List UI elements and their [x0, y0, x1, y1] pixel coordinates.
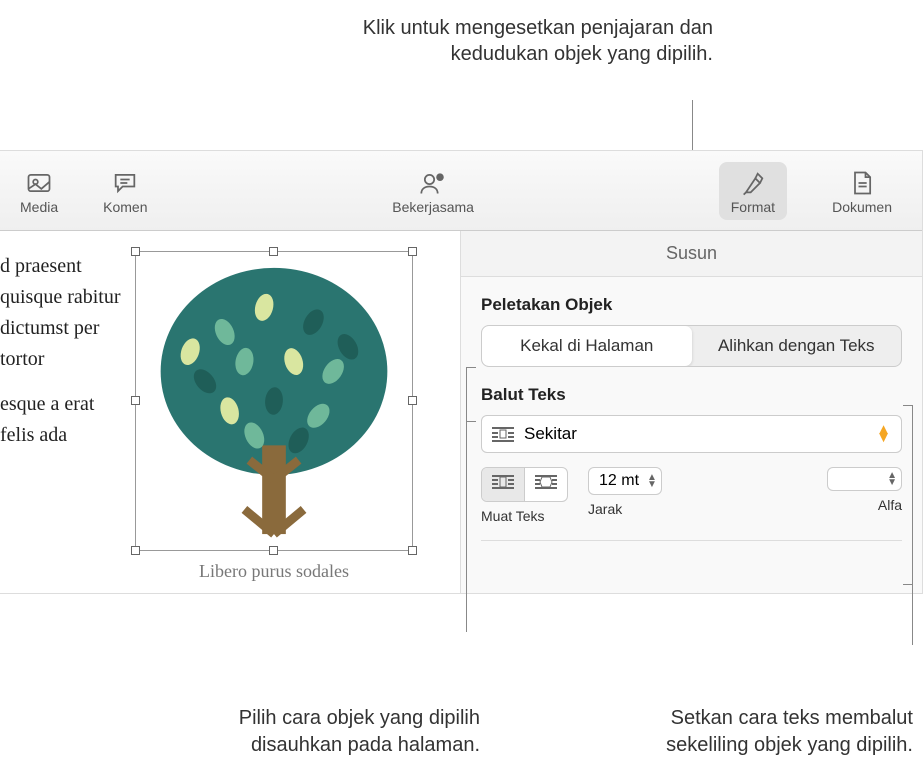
- alpha-control: ▲▼ Alfa: [827, 467, 902, 513]
- stepper-arrows-icon[interactable]: ▲▼: [647, 474, 657, 488]
- spacing-value: 12 mt: [599, 472, 639, 490]
- fit-rectangular-button[interactable]: [482, 468, 525, 501]
- collaborate-button[interactable]: + Bekerjasama: [392, 167, 474, 215]
- wrap-value: Sekitar: [524, 424, 876, 444]
- media-icon: [25, 167, 53, 199]
- format-icon: [739, 167, 767, 199]
- callout-top: Klik untuk mengesetkan penjajaran dan ke…: [320, 15, 713, 67]
- spacing-label: Jarak: [588, 501, 622, 517]
- paragraph: d praesent quisque rabitur dictumst per …: [0, 251, 130, 375]
- callout-bottom-right: Setkan cara teks membalut sekeliling obj…: [628, 705, 913, 759]
- placement-segmented-control: Kekal di Halaman Alihkan dengan Teks: [481, 325, 902, 367]
- text-wrap-label: Balut Teks: [481, 385, 902, 405]
- resize-handle[interactable]: [131, 247, 140, 256]
- move-with-text-button[interactable]: Alihkan dengan Teks: [692, 326, 902, 366]
- format-label: Format: [731, 199, 775, 215]
- resize-handle[interactable]: [408, 247, 417, 256]
- spacing-stepper[interactable]: 12 mt ▲▼: [588, 467, 662, 495]
- dropdown-caret-icon: ▲▼: [876, 426, 891, 443]
- selected-image[interactable]: Libero purus sodales: [135, 251, 413, 586]
- stay-on-page-button[interactable]: Kekal di Halaman: [482, 326, 692, 366]
- resize-handle[interactable]: [408, 546, 417, 555]
- resize-handle[interactable]: [131, 396, 140, 405]
- selection-outline: [135, 251, 413, 551]
- document-button[interactable]: Dokumen: [832, 167, 892, 215]
- inspector-body: Peletakan Objek Kekal di Halaman Alihkan…: [461, 277, 922, 559]
- app-window: Media Komen + Bekerjasama Format Do: [0, 150, 923, 594]
- collaborate-label: Bekerjasama: [392, 199, 474, 215]
- media-button[interactable]: Media: [20, 167, 58, 215]
- object-placement-label: Peletakan Objek: [481, 295, 902, 315]
- callout-bracket: [466, 367, 476, 422]
- content-row: d praesent quisque rabitur dictumst per …: [0, 231, 922, 593]
- collaborate-icon: +: [419, 167, 447, 199]
- stepper-arrows-icon[interactable]: ▲▼: [887, 472, 897, 486]
- resize-handle[interactable]: [269, 247, 278, 256]
- alpha-stepper[interactable]: ▲▼: [827, 467, 902, 491]
- alpha-label: Alfa: [878, 497, 902, 513]
- callout-line: [466, 422, 467, 632]
- toolbar: Media Komen + Bekerjasama Format Do: [0, 151, 922, 231]
- body-text: d praesent quisque rabitur dictumst per …: [0, 251, 130, 573]
- comment-button[interactable]: Komen: [103, 167, 147, 215]
- document-icon: [848, 167, 876, 199]
- wrap-around-icon: [492, 426, 514, 442]
- comment-label: Komen: [103, 199, 147, 215]
- fit-segmented: [481, 467, 568, 502]
- text-wrap-select[interactable]: Sekitar ▲▼: [481, 415, 902, 453]
- image-caption[interactable]: Libero purus sodales: [135, 561, 413, 582]
- fit-text-label: Muat Teks: [481, 508, 545, 524]
- fit-text-control: Muat Teks: [481, 467, 568, 524]
- resize-handle[interactable]: [131, 546, 140, 555]
- resize-handle[interactable]: [269, 546, 278, 555]
- paragraph: esque a erat felis ada: [0, 389, 130, 451]
- comment-icon: [111, 167, 139, 199]
- callout-bottom-left: Pilih cara objek yang dipilih disauhkan …: [220, 705, 480, 759]
- callout-bracket: [903, 405, 913, 585]
- tree-image: [136, 252, 412, 550]
- format-inspector: Susun Peletakan Objek Kekal di Halaman A…: [460, 231, 922, 593]
- document-label: Dokumen: [832, 199, 892, 215]
- spacing-control: 12 mt ▲▼ Jarak: [588, 467, 662, 517]
- callout-line: [912, 585, 913, 645]
- fit-contour-button[interactable]: [525, 468, 567, 501]
- svg-text:+: +: [439, 174, 442, 179]
- resize-handle[interactable]: [408, 396, 417, 405]
- format-button[interactable]: Format: [719, 162, 787, 220]
- document-canvas[interactable]: d praesent quisque rabitur dictumst per …: [0, 231, 460, 593]
- inspector-tab-arrange[interactable]: Susun: [461, 231, 922, 277]
- wrap-controls-row: Muat Teks 12 mt ▲▼ Jarak ▲▼: [481, 467, 902, 541]
- media-label: Media: [20, 199, 58, 215]
